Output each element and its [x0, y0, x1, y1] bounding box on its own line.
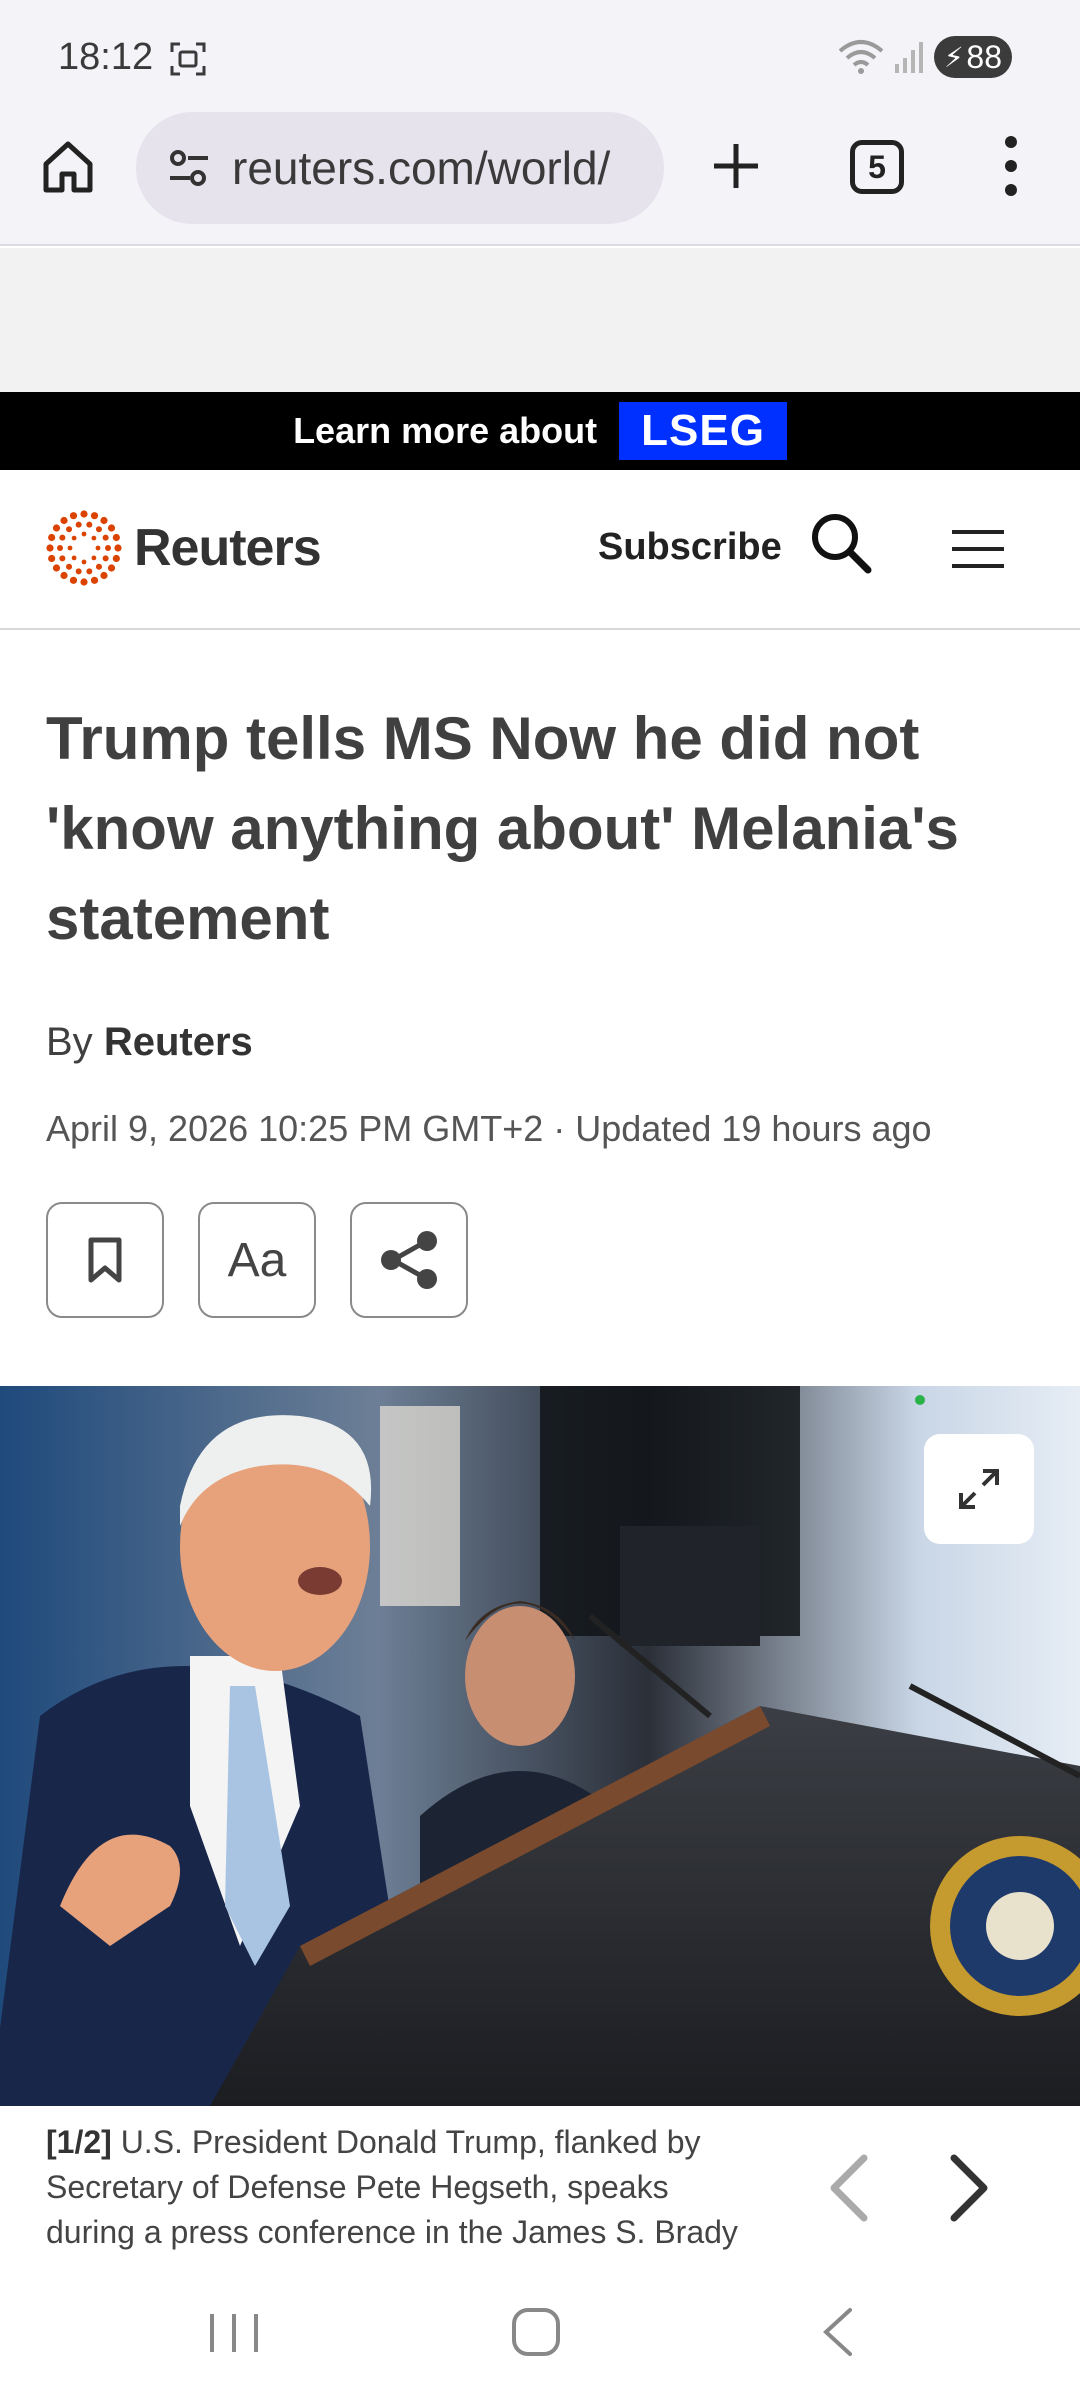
logo-dot — [112, 554, 120, 563]
article-dateline: April 9, 2026 10:25 PM GMT+2 · Updated 1… — [46, 1108, 932, 1149]
logo-dot — [91, 535, 97, 541]
promo-brand-logo[interactable]: LSEG — [619, 402, 787, 460]
home-nav-icon[interactable] — [510, 2306, 562, 2358]
logo-dot — [86, 568, 93, 575]
logo-dot — [112, 533, 120, 542]
byline: By Reuters — [46, 1020, 253, 1065]
logo-dot — [81, 531, 87, 537]
logo-dot — [81, 559, 87, 565]
chevron-left-icon[interactable] — [820, 2148, 876, 2228]
promo-banner[interactable]: Learn more about LSEG — [0, 392, 1080, 470]
logo-dot — [102, 534, 109, 541]
logo-dot — [66, 563, 73, 570]
logo-dot — [67, 545, 73, 551]
logo-dot — [91, 555, 97, 561]
share-button[interactable] — [350, 1202, 468, 1318]
logo-dot — [100, 516, 108, 525]
font-size-label: Aa — [227, 1233, 287, 1287]
logo-dot — [52, 564, 61, 572]
article-headline: Trump tells MS Now he did not 'know anyt… — [46, 705, 959, 952]
search-icon[interactable] — [808, 510, 874, 576]
logo-dot — [114, 544, 122, 552]
tune-icon[interactable] — [166, 145, 212, 191]
status-time: 18:12 — [58, 36, 154, 78]
browser-toolbar: reuters.com/world/ 5 — [0, 110, 1080, 246]
article-actions: Aa — [46, 1202, 468, 1318]
logo-dot — [69, 576, 78, 584]
logo-dot — [59, 555, 66, 562]
logo-dot — [102, 555, 109, 562]
site-header: Reuters Subscribe — [0, 470, 1080, 630]
logo-dot — [75, 568, 82, 575]
logo-dot — [80, 578, 88, 586]
bookmark-button[interactable] — [46, 1202, 164, 1318]
charging-icon: ⚡ — [944, 42, 964, 73]
logo-dot — [100, 571, 108, 580]
recents-icon[interactable] — [206, 2310, 262, 2356]
logo-dot — [107, 564, 116, 572]
expand-image-button[interactable] — [924, 1434, 1034, 1544]
home-icon[interactable] — [38, 136, 98, 196]
logo-dot — [107, 524, 116, 532]
logo-dot — [48, 533, 56, 542]
logo-dot — [66, 526, 73, 533]
menu-icon[interactable] — [950, 528, 1006, 570]
logo-dot — [90, 576, 99, 584]
logo-dot — [48, 554, 56, 563]
logo-dot — [60, 516, 68, 525]
caption-count: [1/2] — [46, 2124, 112, 2160]
logo-dot — [57, 545, 63, 551]
screenshot-icon — [170, 42, 206, 76]
logo-dot — [80, 510, 88, 518]
caption-text: U.S. President Donald Trump, flanked by … — [46, 2124, 738, 2250]
plus-icon[interactable] — [706, 136, 766, 196]
photo-caption-area: [1/2] U.S. President Donald Trump, flank… — [0, 2106, 1080, 2266]
logo-dot — [52, 524, 61, 532]
font-size-button[interactable]: Aa — [198, 1202, 316, 1318]
status-indicators: ⚡ 88 — [838, 36, 1012, 78]
reuters-logo-mark — [46, 510, 122, 586]
subscribe-link[interactable]: Subscribe — [598, 526, 782, 569]
article-photo[interactable] — [0, 1386, 1080, 2106]
photo-caption: [1/2] U.S. President Donald Trump, flank… — [46, 2120, 766, 2255]
share-icon — [381, 1231, 437, 1289]
logo-dot — [95, 545, 101, 551]
url-text[interactable]: reuters.com/world/ — [232, 141, 652, 195]
logo-dot — [86, 521, 93, 528]
ad-placeholder — [0, 248, 1080, 392]
logo-dot — [90, 512, 99, 520]
battery-level: 88 — [966, 38, 1002, 75]
battery-indicator: ⚡ 88 — [934, 36, 1012, 78]
logo-dot — [75, 521, 82, 528]
chevron-right-icon[interactable] — [942, 2148, 998, 2228]
back-icon[interactable] — [818, 2306, 858, 2358]
press-conference-image — [0, 1386, 1080, 2106]
byline-prefix: By — [46, 1020, 93, 1064]
logo-dot — [105, 545, 111, 551]
tab-switcher-button[interactable]: 5 — [850, 140, 904, 194]
logo-dot — [71, 535, 77, 541]
promo-text[interactable]: Learn more about — [293, 410, 597, 452]
logo-dot — [71, 555, 77, 561]
logo-dot — [59, 534, 66, 541]
logo-dot — [95, 563, 102, 570]
reuters-logo[interactable]: Reuters — [44, 508, 322, 588]
logo-dot — [60, 571, 68, 580]
wifi-icon — [838, 40, 884, 74]
bookmark-icon — [88, 1237, 122, 1283]
logo-dot — [95, 526, 102, 533]
system-nav-bar — [0, 2266, 1080, 2400]
more-vert-icon[interactable] — [996, 134, 1026, 198]
address-bar[interactable]: reuters.com/world/ — [136, 112, 664, 224]
logo-text: Reuters — [134, 519, 322, 577]
byline-author[interactable]: Reuters — [104, 1020, 253, 1064]
signal-icon — [895, 42, 923, 73]
logo-dot — [46, 544, 54, 552]
logo-dot — [69, 512, 78, 520]
expand-icon — [959, 1469, 999, 1509]
status-bar: 18:12 ⚡ 88 — [0, 0, 1080, 110]
